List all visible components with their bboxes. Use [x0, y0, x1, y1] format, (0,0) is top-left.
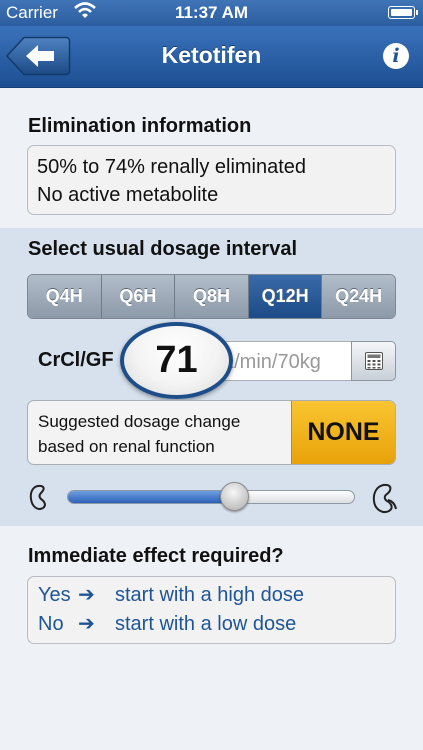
elimination-line-1: 50% to 74% renally eliminated: [37, 156, 307, 178]
elimination-heading: Elimination information: [28, 115, 252, 137]
effect-row-yes: Yes ➔ start with a high dose: [38, 581, 385, 610]
dosage-heading: Select usual dosage interval: [28, 238, 297, 260]
kidney-high-icon: [372, 483, 397, 513]
effect-answer-yes: Yes: [38, 584, 71, 606]
suggestion-line-2: based on renal function: [38, 437, 215, 456]
battery-icon: [388, 6, 418, 19]
crcl-label: CrCl/GF: [38, 349, 114, 371]
interval-q6h[interactable]: Q6H: [101, 275, 176, 318]
effect-text-yes: start with a high dose: [115, 584, 304, 606]
page-title: Ketotifen: [161, 42, 262, 68]
navigation-bar: Ketotifen i: [0, 26, 423, 88]
effect-row-no: No ➔ start with a low dose: [38, 610, 385, 639]
crcl-slider-track[interactable]: [67, 490, 355, 504]
dosage-suggestion-card: Suggested dosage change based on renal f…: [27, 400, 396, 465]
calculator-icon: [365, 352, 383, 370]
status-bar: Carrier 11:37 AM: [0, 0, 423, 26]
calculator-button[interactable]: [351, 341, 396, 381]
crcl-value-bubble: 71: [120, 322, 233, 399]
suggestion-line-1: Suggested dosage change: [38, 412, 241, 431]
interval-q24h[interactable]: Q24H: [322, 275, 395, 318]
interval-q8h[interactable]: Q8H: [175, 275, 249, 318]
interval-q12h[interactable]: Q12H: [248, 275, 323, 318]
effect-answer-no: No: [38, 613, 64, 635]
effect-card: Yes ➔ start with a high dose No ➔ start with…: [27, 576, 396, 644]
effect-text-no: start with a low dose: [115, 613, 297, 635]
elimination-line-2: No active metabolite: [37, 184, 219, 206]
crcl-slider-thumb[interactable]: [219, 482, 249, 511]
interval-q4h[interactable]: Q4H: [28, 275, 102, 318]
info-icon[interactable]: i: [383, 43, 409, 69]
elimination-card: 50% to 74% renally eliminated No active …: [27, 145, 396, 215]
arrow-right-icon: ➔: [78, 584, 95, 606]
effect-heading: Immediate effect required?: [28, 545, 284, 567]
kidney-low-icon: [29, 484, 46, 510]
crcl-slider-fill: [68, 491, 234, 503]
suggestion-result-badge: NONE: [291, 401, 395, 464]
clock: 11:37 AM: [174, 3, 249, 22]
suggestion-text: Suggested dosage change based on renal f…: [38, 409, 293, 459]
dosage-interval-selector: Q4H Q6H Q8H Q12H Q24H: [27, 274, 396, 319]
arrow-right-icon: ➔: [78, 613, 95, 635]
